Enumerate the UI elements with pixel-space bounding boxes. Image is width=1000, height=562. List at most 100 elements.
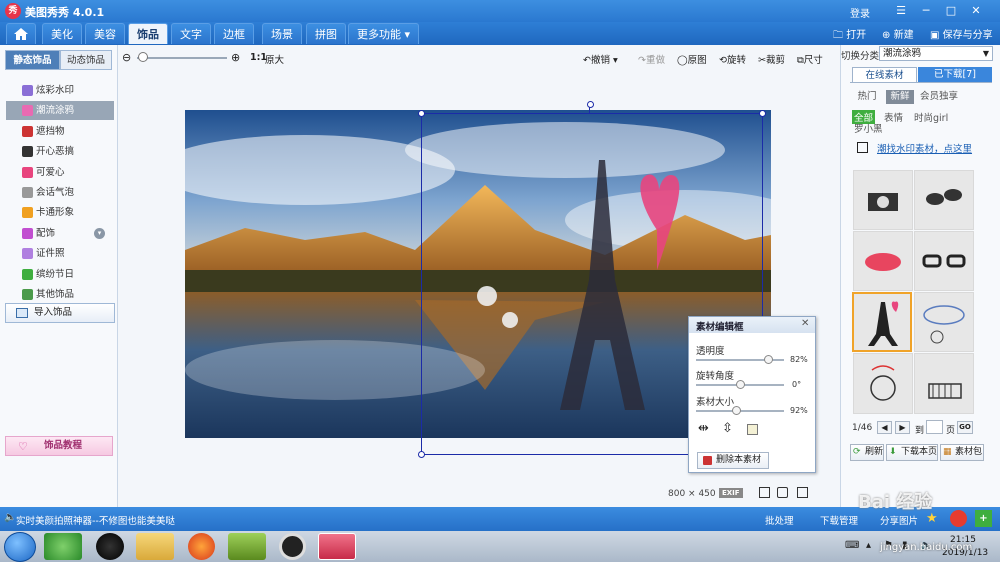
tag-luoxiaohei[interactable]: 罗小黑: [854, 121, 883, 135]
thumb-doodle-face[interactable]: [853, 353, 913, 414]
thumb-blues-piano[interactable]: [914, 353, 974, 414]
exif-button[interactable]: EXIF: [719, 488, 743, 498]
filter-member[interactable]: 会员独享: [919, 90, 959, 104]
close-icon[interactable]: ✕: [968, 3, 984, 19]
tab-accessories[interactable]: 饰品: [128, 23, 168, 44]
category-item[interactable]: 遮挡物: [6, 122, 114, 141]
category-item[interactable]: 潮流涂鸦: [6, 101, 114, 121]
copy-icon[interactable]: [747, 424, 758, 435]
tab-cosmetics[interactable]: 美容: [85, 23, 125, 44]
opacity-slider-handle[interactable]: [764, 355, 774, 364]
original-size-button[interactable]: 原大: [265, 52, 284, 66]
add-icon[interactable]: +: [975, 510, 992, 527]
view-fit-icon[interactable]: [777, 487, 788, 498]
thumb-sunglasses[interactable]: [914, 170, 974, 230]
category-select[interactable]: 潮流涂鸦 ▼: [879, 46, 993, 61]
find-watermark-link[interactable]: 潮找水印素材，点这里: [877, 141, 972, 155]
refresh-button[interactable]: ⟳ 刷新: [850, 444, 884, 461]
taskbar-player-icon[interactable]: [228, 533, 266, 560]
batch-process-link[interactable]: 批处理: [765, 513, 794, 527]
view-compare-icon[interactable]: [759, 487, 770, 498]
tab-online-materials[interactable]: 在线素材: [852, 67, 917, 82]
resize-button[interactable]: ⧉尺寸: [797, 52, 823, 66]
zoom-slider[interactable]: [137, 57, 227, 59]
taskbar-explorer-icon[interactable]: [136, 533, 174, 560]
zoom-in-icon[interactable]: ⊕: [231, 51, 240, 64]
import-accessory-button[interactable]: 导入饰品: [5, 303, 115, 323]
undo-button[interactable]: ↶撤销 ▾: [583, 52, 618, 66]
dialog-close-icon[interactable]: ✕: [801, 318, 809, 329]
thumb-music-doodle[interactable]: [914, 292, 974, 352]
tab-dynamic-accessories[interactable]: 动态饰品: [60, 50, 112, 70]
minimize-icon[interactable]: ─: [918, 3, 934, 19]
thumb-eiffel-tower[interactable]: [852, 292, 912, 352]
original-image-button[interactable]: ◯原图: [677, 52, 707, 66]
category-item[interactable]: 其他饰品: [6, 285, 114, 304]
tab-more-features[interactable]: 更多功能 ▾: [348, 23, 420, 44]
next-page-button[interactable]: ▶: [895, 421, 910, 434]
weibo-icon[interactable]: [950, 510, 967, 527]
expand-badge-icon[interactable]: ▾: [94, 227, 105, 239]
flip-vertical-icon[interactable]: ⇳: [722, 421, 733, 436]
accessory-tutorial-button[interactable]: ♡ 饰品教程: [5, 436, 113, 456]
home-tab[interactable]: [6, 23, 36, 44]
material-pack-button[interactable]: ▦ 素材包: [940, 444, 984, 461]
thumb-camera[interactable]: [853, 170, 913, 230]
filter-hot[interactable]: 热门: [853, 90, 881, 104]
filter-fresh[interactable]: 新鲜: [886, 90, 914, 104]
tab-collage[interactable]: 拼图: [306, 23, 346, 44]
resize-handle-top-left[interactable]: [418, 110, 425, 117]
start-button[interactable]: [4, 532, 36, 562]
category-item[interactable]: 卡通形象: [6, 203, 114, 222]
download-page-button[interactable]: ⬇ 下载本页: [886, 444, 938, 461]
tag-fashion-girl[interactable]: 时尚girl: [914, 110, 948, 124]
zoom-out-icon[interactable]: ⊖: [122, 51, 131, 64]
tray-arrow-icon[interactable]: ▴: [866, 540, 871, 551]
taskbar-record-icon[interactable]: [279, 533, 306, 560]
login-link[interactable]: 登录: [850, 5, 870, 20]
open-button[interactable]: 🗀 打开: [833, 26, 866, 45]
taskbar-firefox-icon[interactable]: [188, 533, 215, 560]
tab-border[interactable]: 边框: [214, 23, 254, 44]
taskbar-360-icon[interactable]: [44, 533, 82, 560]
tag-emoji[interactable]: 表情: [884, 110, 903, 124]
thumb-lips[interactable]: [853, 231, 913, 291]
thumb-glasses[interactable]: [914, 231, 974, 291]
rotation-slider-handle[interactable]: [736, 380, 745, 389]
go-button[interactable]: GO: [957, 421, 973, 434]
category-item[interactable]: 会话气泡: [6, 183, 114, 202]
rotation-handle[interactable]: [587, 101, 594, 108]
zoom-slider-handle[interactable]: [138, 52, 148, 62]
category-item[interactable]: 证件照: [6, 244, 114, 263]
category-item[interactable]: 炫彩水印: [6, 81, 114, 100]
tab-scene[interactable]: 场景: [262, 23, 302, 44]
share-picture-link[interactable]: 分享图片: [880, 513, 918, 527]
tab-beautify[interactable]: 美化: [42, 23, 82, 44]
redo-button[interactable]: ↷重做: [638, 52, 665, 66]
resize-handle-bottom-left[interactable]: [418, 451, 425, 458]
keyboard-icon[interactable]: ⌨: [845, 540, 859, 551]
crop-button[interactable]: ✂裁剪: [758, 52, 785, 66]
category-item[interactable]: 可爱心: [6, 163, 114, 182]
category-item[interactable]: 配饰 ▾: [6, 224, 114, 243]
menu-icon[interactable]: ☰: [893, 3, 909, 19]
flip-horizontal-icon[interactable]: ⇹: [698, 421, 709, 436]
new-button[interactable]: ⊕ 新建: [882, 26, 914, 41]
taskbar-meitu-icon[interactable]: [318, 533, 356, 560]
tab-text[interactable]: 文字: [171, 23, 211, 44]
category-item[interactable]: 缤纷节日: [6, 265, 114, 284]
tab-downloaded-materials[interactable]: 已下载[7]: [918, 67, 992, 82]
download-manager-link[interactable]: 下载管理: [820, 513, 858, 527]
resize-handle-top-right[interactable]: [759, 110, 766, 117]
prev-page-button[interactable]: ◀: [877, 421, 892, 434]
save-share-button[interactable]: ▣ 保存与分享: [930, 26, 993, 41]
tab-static-accessories[interactable]: 静态饰品: [5, 50, 60, 70]
taskbar-qq-icon[interactable]: [96, 533, 124, 560]
page-number-input[interactable]: [926, 420, 943, 434]
size-slider-handle[interactable]: [732, 406, 742, 415]
view-fullscreen-icon[interactable]: [797, 487, 808, 498]
rotate-button[interactable]: ⟲旋转: [719, 52, 746, 66]
category-item[interactable]: 开心恶搞: [6, 142, 114, 161]
restore-icon[interactable]: □: [943, 3, 959, 19]
delete-material-button[interactable]: 删除本素材: [697, 452, 769, 469]
